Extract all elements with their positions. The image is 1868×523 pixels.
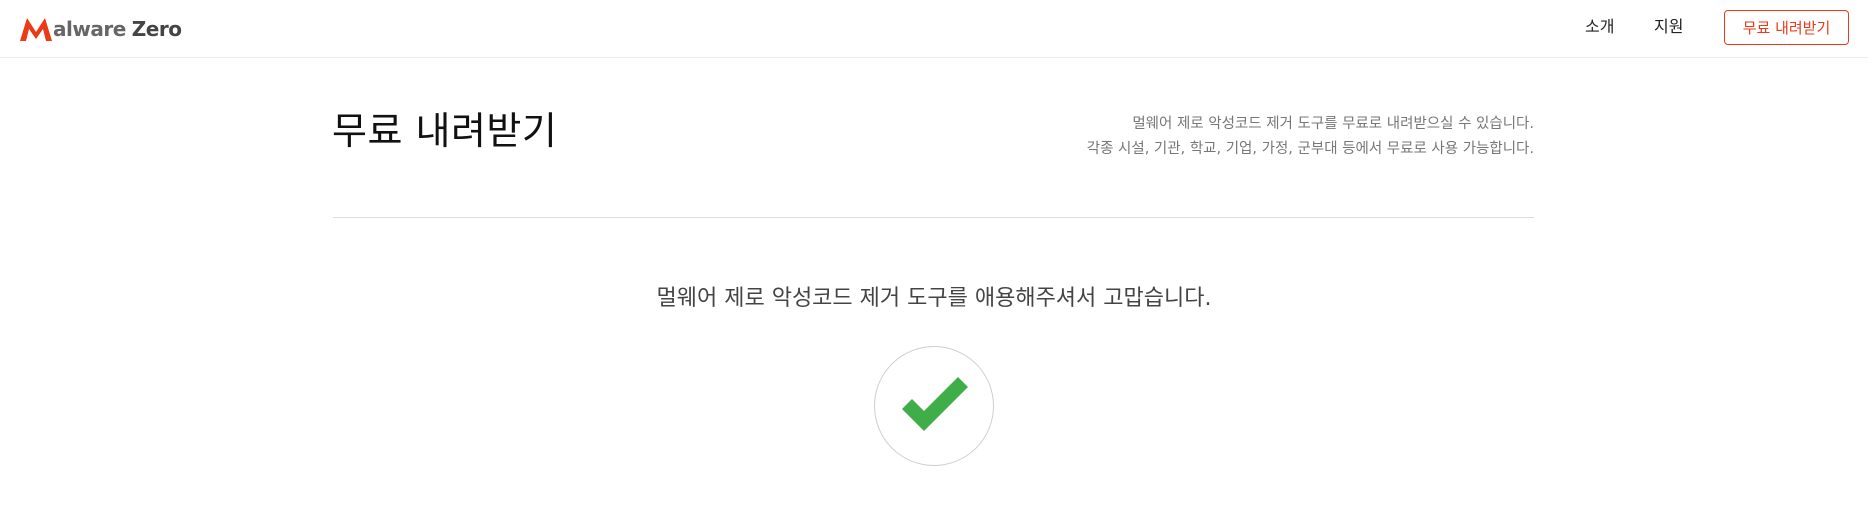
home-logo-link[interactable]: alware Zero	[19, 14, 182, 44]
section-divider	[333, 217, 1534, 218]
free-download-button[interactable]: 무료 내려받기	[1724, 10, 1849, 45]
brand-name-part1: alware	[53, 17, 126, 41]
top-navigation-bar: alware Zero 소개 지원 무료 내려받기	[0, 0, 1868, 58]
success-badge	[874, 346, 994, 466]
page-description: 멀웨어 제로 악성코드 제거 도구를 무료로 내려받으실 수 있습니다. 각종 …	[1087, 112, 1534, 162]
page-title: 무료 내려받기	[332, 109, 558, 153]
nav-link-intro[interactable]: 소개	[1585, 17, 1614, 37]
description-line-2: 각종 시설, 기관, 학교, 기업, 가정, 군부대 등에서 무료로 사용 가능…	[1086, 141, 1534, 157]
nav-link-support[interactable]: 지원	[1654, 17, 1683, 37]
thanks-message: 멀웨어 제로 악성코드 제거 도구를 애용해주셔서 고맙습니다.	[656, 286, 1212, 311]
brand-name: alware Zero	[53, 15, 182, 43]
check-icon	[902, 377, 968, 431]
description-line-1: 멀웨어 제로 악성코드 제거 도구를 무료로 내려받으실 수 있습니다.	[1132, 116, 1534, 132]
brand-name-part2: Zero	[131, 17, 182, 41]
malware-zero-logo-icon	[20, 18, 52, 41]
